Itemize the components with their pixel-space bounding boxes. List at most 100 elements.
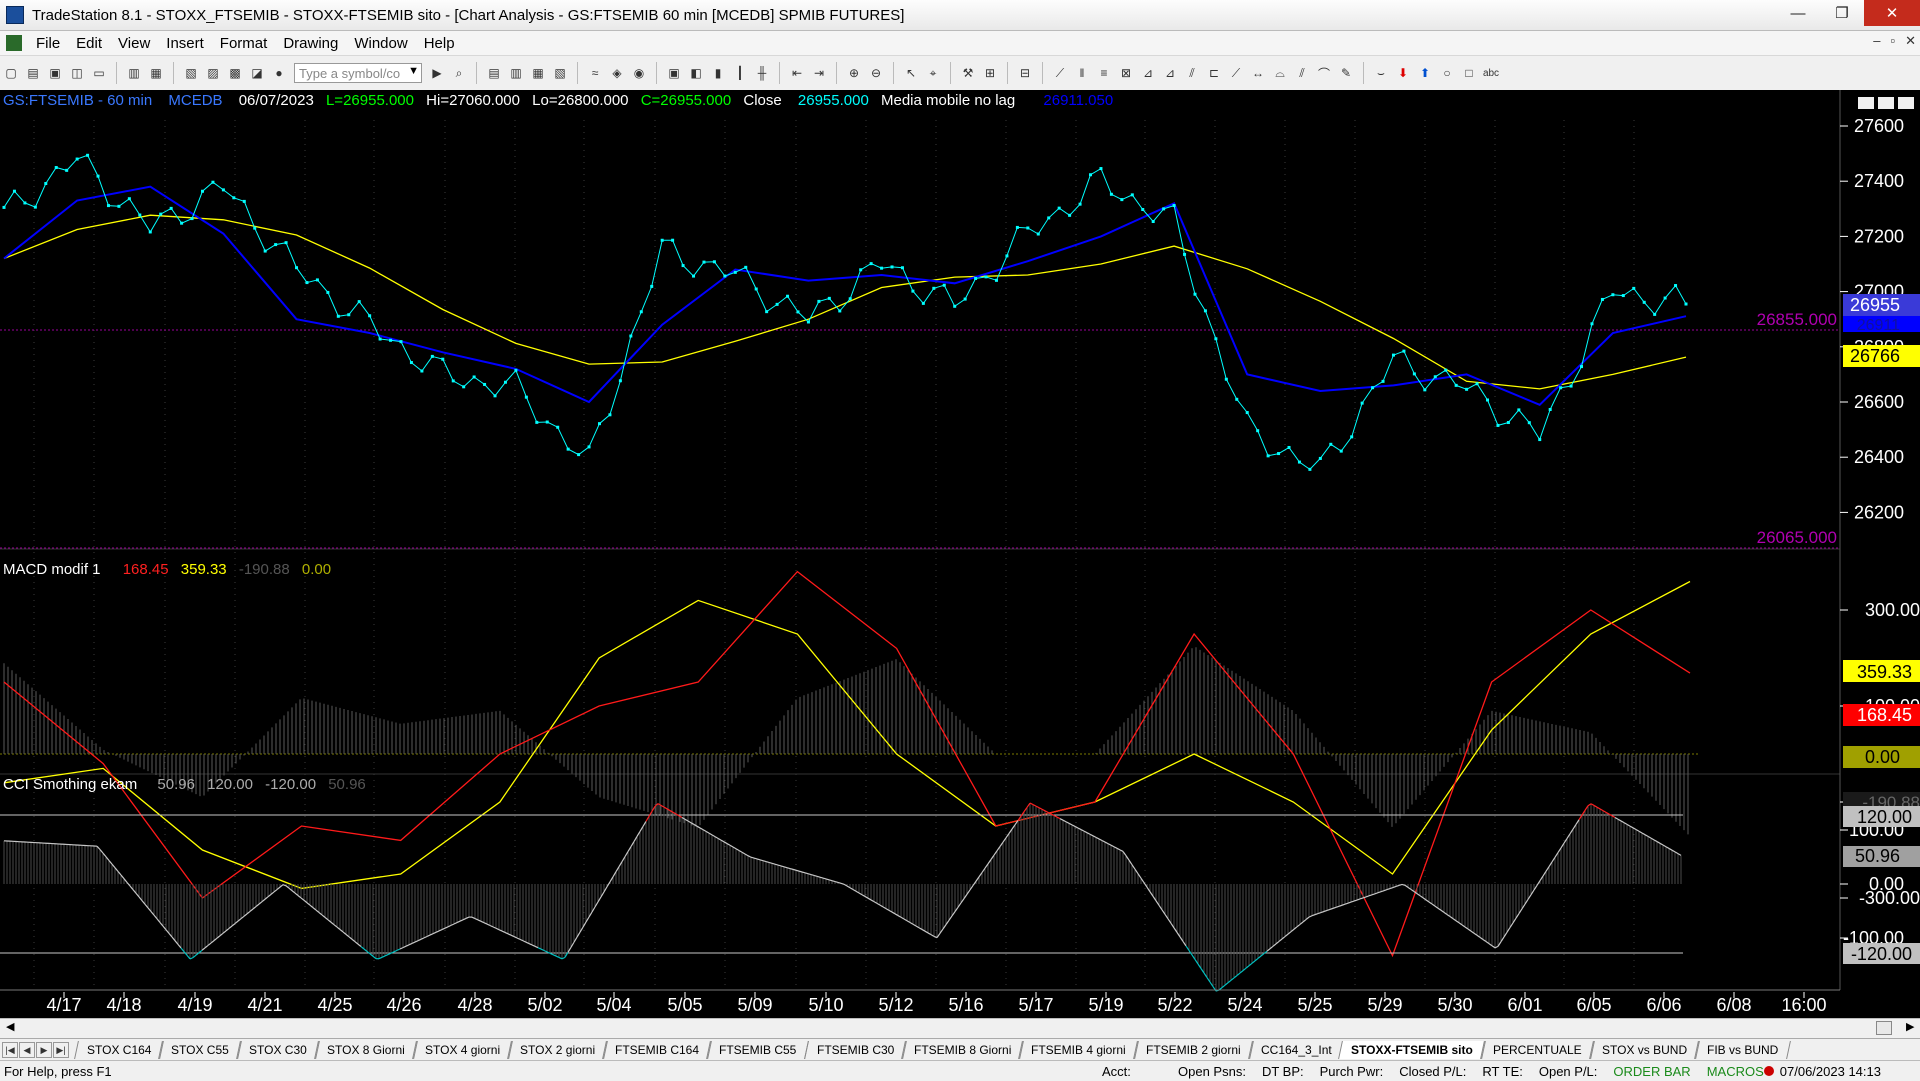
arrow-lr-icon[interactable]: ↔	[1249, 64, 1267, 82]
curve-icon[interactable]: ⌣	[1372, 64, 1390, 82]
workspace-tab[interactable]: FTSEMIB C30	[804, 1041, 907, 1059]
workspace-tab[interactable]: STOXX-FTSEMIB sito	[1339, 1041, 1487, 1059]
text-icon[interactable]: abc	[1482, 64, 1500, 82]
scroll-thumb[interactable]	[1876, 1021, 1892, 1035]
new-icon[interactable]: ▢	[2, 64, 20, 82]
horizontal-lines-icon[interactable]: ≡	[1095, 64, 1113, 82]
mdi-restore-button[interactable]: ▫	[1890, 33, 1895, 49]
arrow-up-icon[interactable]: ⬆	[1416, 64, 1434, 82]
order-icon[interactable]: ⊞	[981, 64, 999, 82]
rectangle-icon[interactable]: □	[1460, 64, 1478, 82]
workspace-tab[interactable]: FTSEMIB 4 giorni	[1018, 1041, 1139, 1059]
menu-window[interactable]: Window	[346, 35, 415, 52]
menu-edit[interactable]: Edit	[68, 35, 110, 52]
scroll-left-icon[interactable]: ⇤	[788, 64, 806, 82]
open-icon[interactable]: ▤	[24, 64, 42, 82]
chart-icon[interactable]: ◪	[248, 64, 266, 82]
lock-icon[interactable]: ▩	[226, 64, 244, 82]
channel-icon[interactable]: ⫽	[1183, 64, 1201, 82]
menu-insert[interactable]: Insert	[158, 35, 212, 52]
mdi-close-button[interactable]: ✕	[1905, 33, 1916, 49]
workspace-tab[interactable]: FTSEMIB C55	[706, 1041, 809, 1059]
minimize-button[interactable]: —	[1776, 0, 1820, 26]
menu-format[interactable]: Format	[212, 35, 276, 52]
globe-icon[interactable]: ●	[270, 64, 288, 82]
menu-help[interactable]: Help	[416, 35, 463, 52]
andrew-icon[interactable]: ⊏	[1205, 64, 1223, 82]
workspace-tab[interactable]: FTSEMIB C164	[602, 1041, 712, 1059]
strategy-icon[interactable]: ◈	[608, 64, 626, 82]
zoom-in-icon[interactable]: ⊕	[845, 64, 863, 82]
fib-retrace-icon[interactable]: ⊿	[1161, 64, 1179, 82]
macros-button[interactable]: MACROS	[1699, 1064, 1764, 1079]
options-icon[interactable]: ◧	[687, 64, 705, 82]
scroll-left-arrow-icon[interactable]: ◀	[6, 1020, 14, 1033]
format-icon[interactable]: ▤	[485, 64, 503, 82]
workspace-tab[interactable]: STOX 8 Giorni	[314, 1041, 418, 1059]
vertical-lines-icon[interactable]: ‖	[1073, 64, 1091, 82]
pencil-icon[interactable]: ✎	[1337, 64, 1355, 82]
workspace-tab[interactable]: STOX C164	[74, 1041, 164, 1059]
parallel-icon[interactable]: ⫽	[1293, 64, 1311, 82]
format3-icon[interactable]: ▦	[529, 64, 547, 82]
radar-icon[interactable]: ◉	[630, 64, 648, 82]
tab-first-icon[interactable]: |◀	[2, 1042, 18, 1058]
menu-drawing[interactable]: Drawing	[275, 35, 346, 52]
format2-icon[interactable]: ▥	[507, 64, 525, 82]
macd-pane[interactable]: MACD modif 1 168.45 359.33 -190.88 0.00 …	[0, 561, 1920, 956]
folder-icon[interactable]: ▭	[90, 64, 108, 82]
ohlc-icon[interactable]: ╫	[753, 64, 771, 82]
candle-icon[interactable]: ┃	[731, 64, 749, 82]
document-icon[interactable]	[6, 35, 22, 51]
arrow-down-icon[interactable]: ⬇	[1394, 64, 1412, 82]
close-button[interactable]: ✕	[1864, 0, 1920, 26]
fib-fan-icon[interactable]: ⊿	[1139, 64, 1157, 82]
print-icon[interactable]: ▦	[147, 64, 165, 82]
workspace-tab[interactable]: STOX 4 giorni	[412, 1041, 513, 1059]
menu-view[interactable]: View	[110, 35, 158, 52]
format4-icon[interactable]: ▧	[551, 64, 569, 82]
gann-icon[interactable]: ⊠	[1117, 64, 1135, 82]
calc-icon[interactable]: ⊟	[1016, 64, 1034, 82]
pointer-icon[interactable]: ↖	[902, 64, 920, 82]
play-icon[interactable]: ▶	[428, 64, 446, 82]
maximize-button[interactable]: ❐	[1820, 0, 1864, 26]
window-list-icon[interactable]: ▨	[204, 64, 222, 82]
tab-next-icon[interactable]: ▶	[36, 1042, 52, 1058]
analysis-icon[interactable]: ≈	[586, 64, 604, 82]
chevron-down-icon[interactable]: ▼	[408, 65, 419, 77]
tools-icon[interactable]: ⚒	[959, 64, 977, 82]
scroll-right-icon[interactable]: ⇥	[810, 64, 828, 82]
workspace-tab[interactable]: STOX C30	[236, 1041, 320, 1059]
print-preview-icon[interactable]: ▥	[125, 64, 143, 82]
workspace-tab[interactable]: PERCENTUALE	[1480, 1041, 1595, 1059]
order-bar-button[interactable]: ORDER BAR	[1605, 1064, 1698, 1079]
data-tip-icon[interactable]: ⌖	[924, 64, 942, 82]
mdi-minimize-button[interactable]: –	[1873, 33, 1880, 49]
speed-lines-icon[interactable]: ⟋	[1227, 64, 1245, 82]
scanner-icon[interactable]: ▣	[665, 64, 683, 82]
tab-prev-icon[interactable]: ◀	[19, 1042, 35, 1058]
workspace-tab[interactable]: STOX 2 giorni	[507, 1041, 608, 1059]
horizontal-scrollbar[interactable]: ◀ ▶	[0, 1018, 1920, 1037]
symbol-input[interactable]: Type a symbol/co ▼	[294, 63, 422, 83]
window-icon[interactable]: ▧	[182, 64, 200, 82]
chart-canvas[interactable]: GS:FTSEMIB - 60 min MCEDB 06/07/2023 L=2…	[0, 90, 1920, 1028]
zoom-out-icon[interactable]: ⊖	[867, 64, 885, 82]
save-icon[interactable]: ▣	[46, 64, 64, 82]
workspace-tab[interactable]: FTSEMIB 2 giorni	[1133, 1041, 1254, 1059]
trendline-icon[interactable]: ⟋	[1051, 64, 1069, 82]
cycle-icon[interactable]: ⌓	[1271, 64, 1289, 82]
price-pane[interactable]: GS:FTSEMIB - 60 min MCEDB 06/07/2023 L=2…	[0, 92, 1920, 548]
workspace-tab[interactable]: STOX C55	[159, 1041, 243, 1059]
lookup-icon[interactable]: ⌕	[450, 64, 468, 82]
scroll-right-arrow-icon[interactable]: ▶	[1906, 1020, 1914, 1033]
menu-file[interactable]: File	[28, 35, 68, 52]
chart-area[interactable]: GS:FTSEMIB - 60 min MCEDB 06/07/2023 L=2…	[0, 90, 1920, 1028]
workspace-tab[interactable]: FIB vs BUND	[1694, 1041, 1791, 1059]
arc-icon[interactable]: ⌒	[1315, 64, 1333, 82]
save-all-icon[interactable]: ◫	[68, 64, 86, 82]
workspace-tab[interactable]: STOX vs BUND	[1589, 1041, 1700, 1059]
ellipse-icon[interactable]: ○	[1438, 64, 1456, 82]
workspace-tab[interactable]: FTSEMIB 8 Giorni	[901, 1041, 1024, 1059]
